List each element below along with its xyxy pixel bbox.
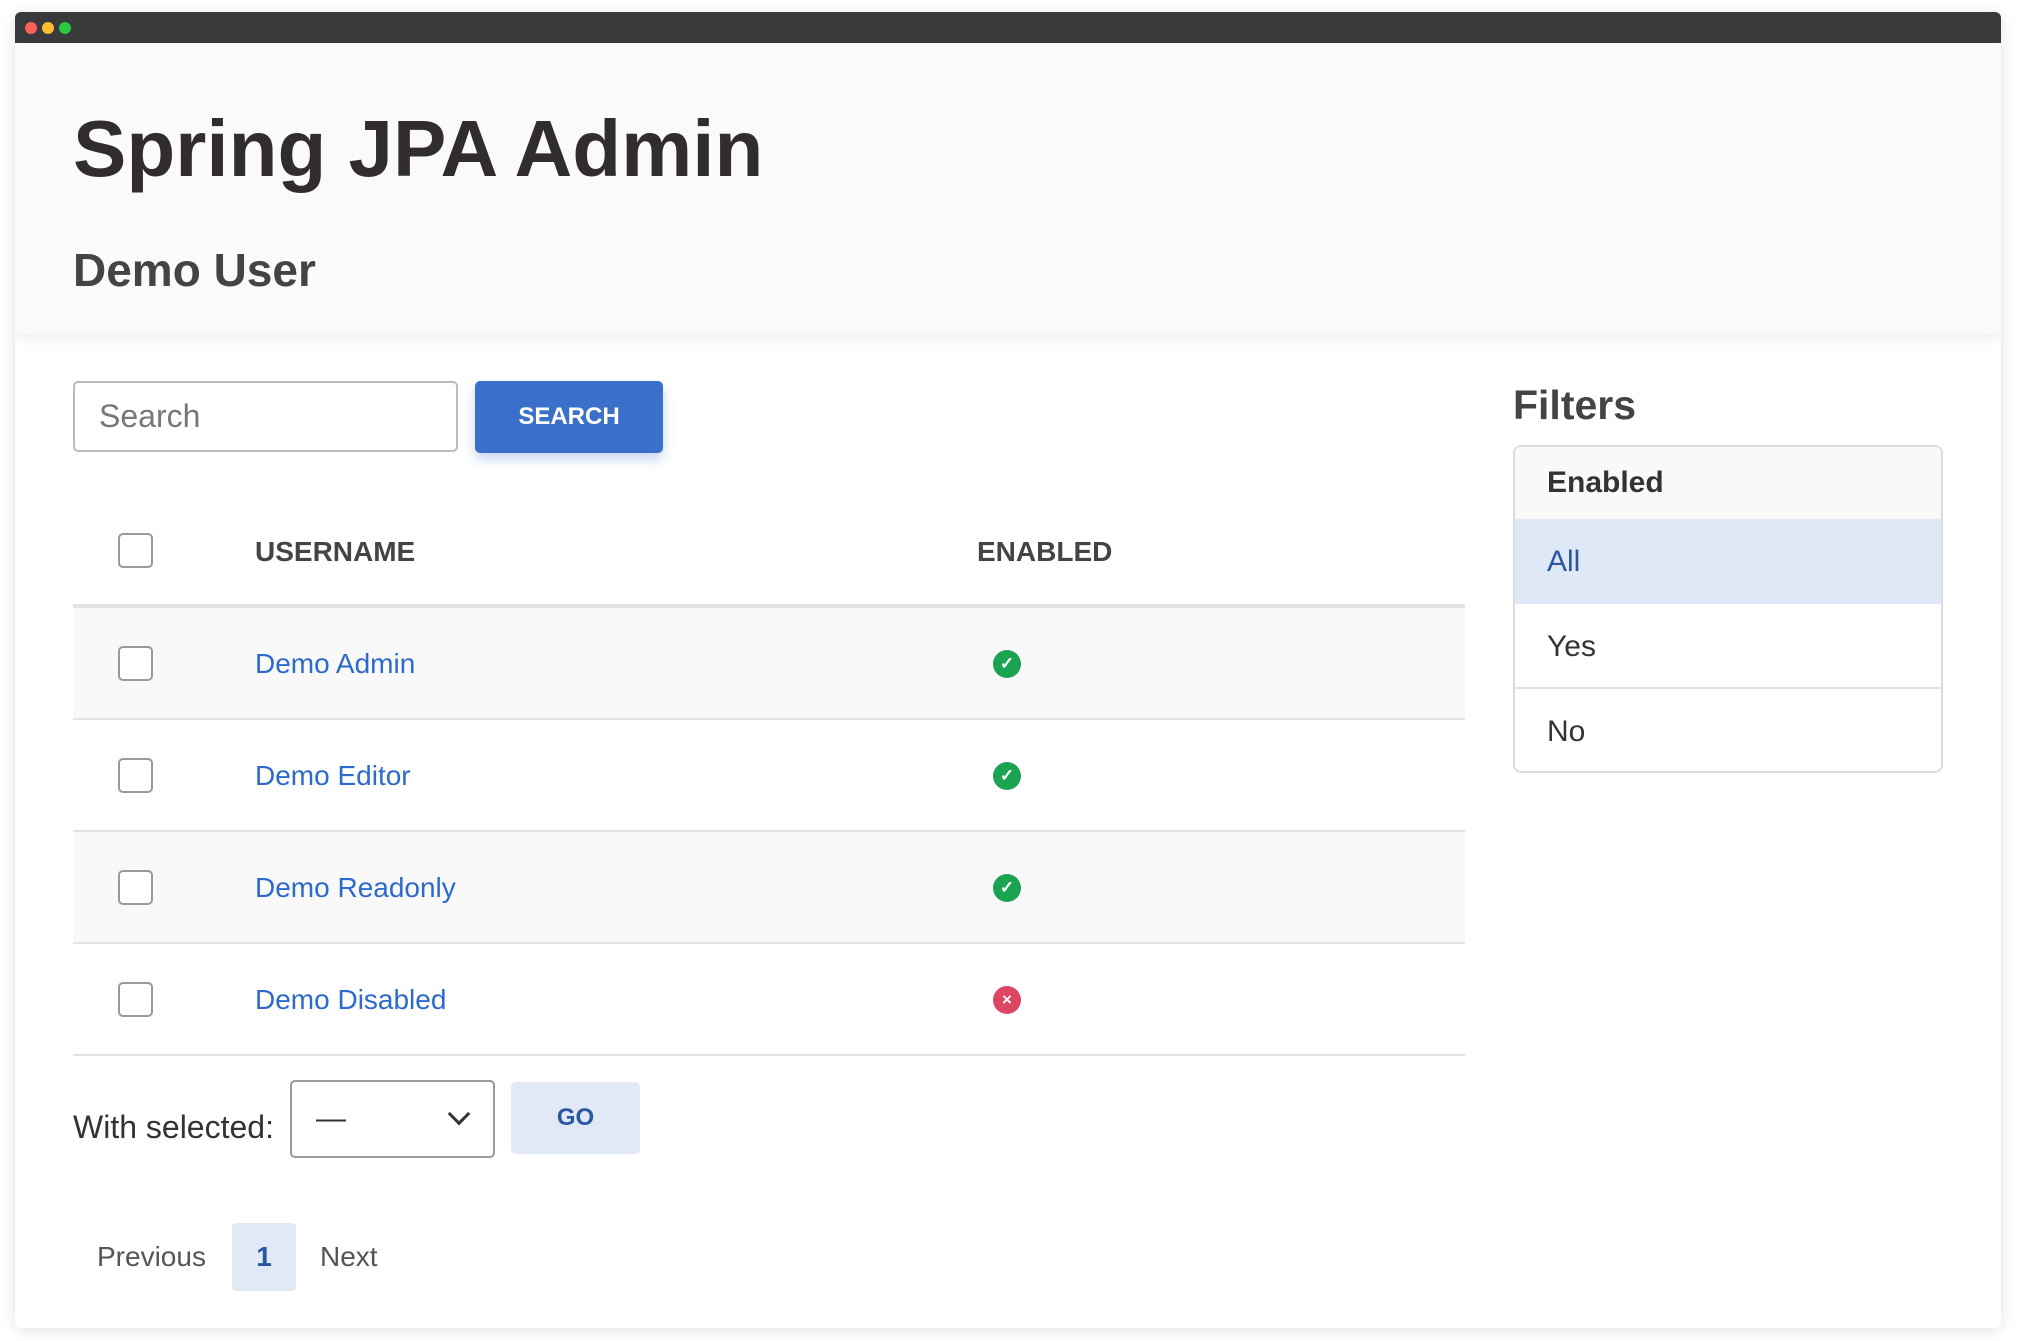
with-selected-label: With selected: <box>73 1109 274 1145</box>
page-header: Spring JPA Admin Demo User <box>15 43 2001 333</box>
go-button[interactable]: GO <box>511 1082 640 1154</box>
chevron-down-icon <box>447 1102 471 1126</box>
search-input[interactable] <box>73 381 458 452</box>
username-link[interactable]: Demo Editor <box>255 720 411 832</box>
row-checkbox[interactable] <box>118 982 153 1017</box>
table-row: Demo Disabled × <box>73 944 1465 1056</box>
row-checkbox[interactable] <box>118 646 153 681</box>
column-header-enabled[interactable]: ENABLED <box>977 495 1112 608</box>
title-bar <box>15 12 2001 43</box>
page-title: Demo User <box>73 244 316 296</box>
filters-heading: Filters <box>1513 382 1637 428</box>
previous-page-link[interactable]: Previous <box>97 1223 206 1291</box>
filter-option-yes[interactable]: Yes <box>1515 604 1941 689</box>
row-checkbox[interactable] <box>118 870 153 905</box>
table-row: Demo Editor ✓ <box>73 720 1465 832</box>
check-circle-icon: ✓ <box>993 874 1021 902</box>
filter-group-title: Enabled <box>1515 447 1941 519</box>
check-circle-icon: ✓ <box>993 762 1021 790</box>
maximize-window-icon[interactable] <box>59 22 71 34</box>
minimize-window-icon[interactable] <box>42 22 54 34</box>
app-title: Spring JPA Admin <box>73 104 764 193</box>
filter-enabled-panel: Enabled All Yes No <box>1513 445 1943 773</box>
column-header-username[interactable]: USERNAME <box>255 495 415 608</box>
users-table: USERNAME ENABLED Demo Admin ✓ Demo Edito… <box>73 495 1465 1056</box>
username-link[interactable]: Demo Readonly <box>255 832 456 944</box>
username-link[interactable]: Demo Disabled <box>255 944 446 1056</box>
search-button[interactable]: SEARCH <box>475 381 663 453</box>
filter-option-all[interactable]: All <box>1515 519 1941 604</box>
browser-window: Spring JPA Admin Demo User SEARCH USERNA… <box>15 12 2001 1328</box>
select-all-checkbox[interactable] <box>118 533 153 568</box>
close-window-icon[interactable] <box>25 22 37 34</box>
bulk-action-value: — <box>316 1102 346 1135</box>
check-circle-icon: ✓ <box>993 650 1021 678</box>
table-row: Demo Admin ✓ <box>73 608 1465 720</box>
filter-option-no[interactable]: No <box>1515 689 1941 771</box>
table-row: Demo Readonly ✓ <box>73 832 1465 944</box>
bulk-action-select[interactable]: — <box>290 1080 495 1158</box>
username-link[interactable]: Demo Admin <box>255 608 415 720</box>
x-circle-icon: × <box>993 986 1021 1014</box>
next-page-link[interactable]: Next <box>320 1223 378 1291</box>
page-1-button[interactable]: 1 <box>232 1223 296 1291</box>
table-header: USERNAME ENABLED <box>73 495 1465 608</box>
row-checkbox[interactable] <box>118 758 153 793</box>
